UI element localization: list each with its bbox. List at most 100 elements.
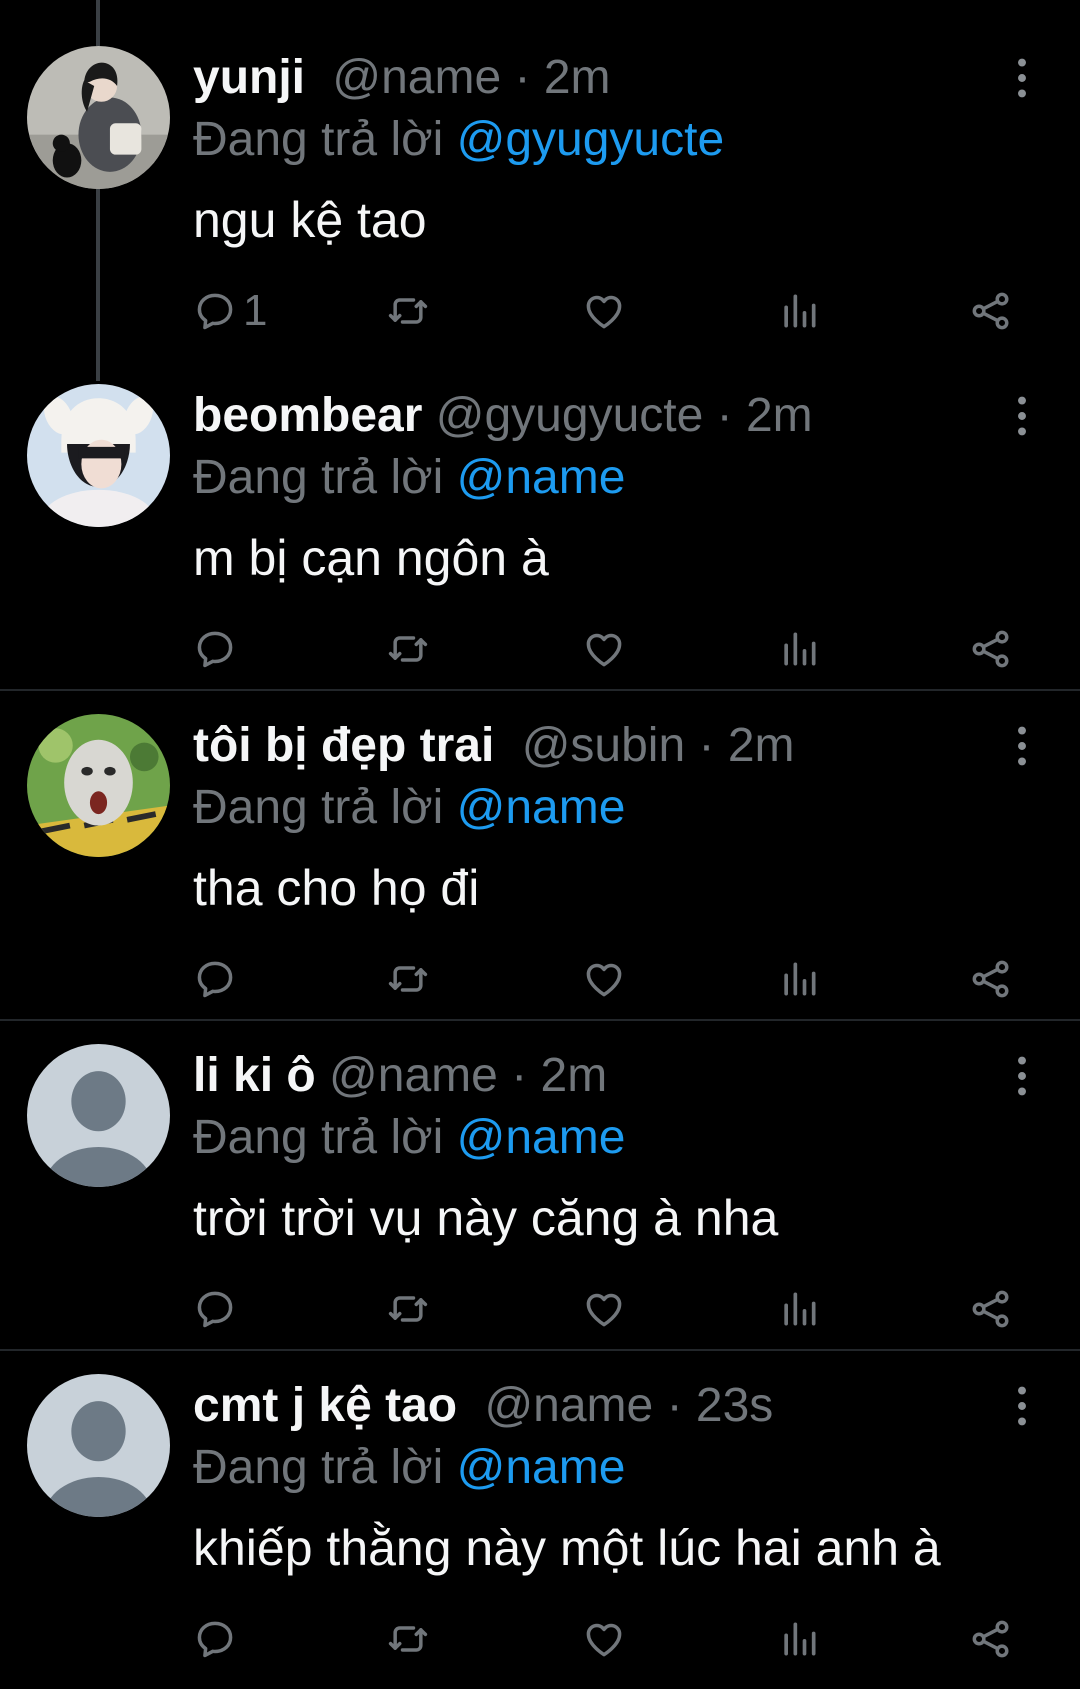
views-icon	[777, 957, 821, 1001]
avatar[interactable]	[27, 384, 170, 527]
share-button[interactable]	[969, 1286, 1013, 1332]
tweet-header: li ki ô @name · 2m	[193, 1046, 607, 1106]
share-button[interactable]	[969, 626, 1013, 672]
default-avatar-icon	[27, 1044, 170, 1187]
views-icon	[777, 1617, 821, 1661]
reply-prefix: Đang trả lời	[193, 113, 444, 166]
reply-tweet[interactable]: tôi bị đẹp trai @subin · 2m Đang trả lời…	[0, 668, 1080, 998]
views-button[interactable]	[777, 1286, 821, 1332]
reply-mention[interactable]: @name	[457, 1441, 626, 1494]
retweet-button[interactable]	[386, 288, 430, 334]
action-bar	[193, 626, 1023, 672]
more-icon[interactable]	[1005, 56, 1039, 100]
more-icon[interactable]	[1005, 1054, 1039, 1098]
retweet-button[interactable]	[386, 626, 430, 672]
views-button[interactable]	[777, 956, 821, 1002]
retweet-icon	[386, 1617, 430, 1661]
reply-icon	[193, 1617, 237, 1661]
share-icon	[969, 1287, 1013, 1331]
like-icon	[582, 957, 626, 1001]
user-handle[interactable]: @subin	[522, 719, 685, 772]
reply-tweet[interactable]: beombear @gyugyucte · 2m Đang trả lời @n…	[0, 338, 1080, 668]
like-button[interactable]	[582, 626, 626, 672]
like-icon	[582, 1287, 626, 1331]
share-icon	[969, 289, 1013, 333]
avatar-photo	[27, 46, 170, 189]
reply-icon	[193, 957, 237, 1001]
timestamp[interactable]: 23s	[696, 1379, 773, 1432]
reply-mention[interactable]: @name	[457, 1111, 626, 1164]
views-button[interactable]	[777, 288, 821, 334]
like-icon	[582, 1617, 626, 1661]
avatar[interactable]	[27, 714, 170, 857]
share-button[interactable]	[969, 956, 1013, 1002]
avatar[interactable]	[27, 1374, 170, 1517]
share-button[interactable]	[969, 1616, 1013, 1662]
retweet-button[interactable]	[386, 956, 430, 1002]
reply-context: Đang trả lời @name	[193, 448, 625, 508]
reply-count: 1	[243, 286, 268, 335]
more-icon[interactable]	[1005, 394, 1039, 438]
more-icon[interactable]	[1005, 724, 1039, 768]
views-icon	[777, 627, 821, 671]
views-icon	[777, 289, 821, 333]
timestamp[interactable]: 2m	[544, 51, 611, 104]
reply-button[interactable]: 1	[193, 286, 268, 335]
reply-tweet[interactable]: li ki ô @name · 2m Đang trả lời @name tr…	[0, 998, 1080, 1328]
like-icon	[582, 289, 626, 333]
more-icon[interactable]	[1005, 1384, 1039, 1428]
like-button[interactable]	[582, 1286, 626, 1332]
reply-feed: yunji @name · 2m Đang trả lời @gyugyucte…	[0, 0, 1080, 1689]
display-name[interactable]: beombear	[193, 389, 422, 442]
reply-mention[interactable]: @name	[457, 781, 626, 834]
reply-prefix: Đang trả lời	[193, 451, 444, 504]
views-button[interactable]	[777, 626, 821, 672]
separator: ·	[666, 1379, 683, 1432]
share-icon	[969, 1617, 1013, 1661]
share-button[interactable]	[969, 288, 1013, 334]
like-button[interactable]	[582, 956, 626, 1002]
tweet-text: tha cho họ đi	[193, 860, 480, 916]
like-icon	[582, 627, 626, 671]
reply-button[interactable]	[193, 1616, 243, 1662]
reply-mention[interactable]: @gyugyucte	[457, 113, 725, 166]
reply-tweet[interactable]: yunji @name · 2m Đang trả lời @gyugyucte…	[0, 0, 1080, 335]
tweet-text: khiếp thằng này một lúc hai anh à	[193, 1520, 941, 1576]
avatar[interactable]	[27, 1044, 170, 1187]
display-name[interactable]: cmt j kệ tao	[193, 1379, 457, 1432]
reply-button[interactable]	[193, 626, 243, 672]
avatar[interactable]	[27, 46, 170, 189]
like-button[interactable]	[582, 1616, 626, 1662]
user-handle[interactable]: @name	[484, 1379, 653, 1432]
reply-prefix: Đang trả lời	[193, 1111, 444, 1164]
retweet-button[interactable]	[386, 1286, 430, 1332]
timestamp[interactable]: 2m	[746, 389, 813, 442]
tweet-header: yunji @name · 2m	[193, 48, 611, 108]
action-bar	[193, 1616, 1023, 1662]
like-button[interactable]	[582, 288, 626, 334]
retweet-icon	[386, 957, 430, 1001]
display-name[interactable]: yunji	[193, 51, 305, 104]
user-handle[interactable]: @name	[329, 1049, 498, 1102]
timestamp[interactable]: 2m	[541, 1049, 608, 1102]
display-name[interactable]: tôi bị đẹp trai	[193, 719, 494, 772]
tweet-header: tôi bị đẹp trai @subin · 2m	[193, 716, 795, 776]
user-handle[interactable]: @name	[332, 51, 501, 104]
avatar-photo	[27, 384, 170, 527]
user-handle[interactable]: @gyugyucte	[436, 389, 704, 442]
views-button[interactable]	[777, 1616, 821, 1662]
retweet-button[interactable]	[386, 1616, 430, 1662]
reply-button[interactable]	[193, 956, 243, 1002]
display-name[interactable]: li ki ô	[193, 1049, 316, 1102]
reply-button[interactable]	[193, 1286, 243, 1332]
reply-mention[interactable]: @name	[457, 451, 626, 504]
reply-tweet[interactable]: cmt j kệ tao @name · 23s Đang trả lời @n…	[0, 1328, 1080, 1658]
views-icon	[777, 1287, 821, 1331]
default-avatar-icon	[27, 1374, 170, 1517]
retweet-icon	[386, 289, 430, 333]
tweet-header: cmt j kệ tao @name · 23s	[193, 1376, 773, 1436]
tweet-text: ngu kệ tao	[193, 192, 427, 248]
reply-icon	[193, 1287, 237, 1331]
reply-context: Đang trả lời @gyugyucte	[193, 110, 724, 170]
timestamp[interactable]: 2m	[728, 719, 795, 772]
